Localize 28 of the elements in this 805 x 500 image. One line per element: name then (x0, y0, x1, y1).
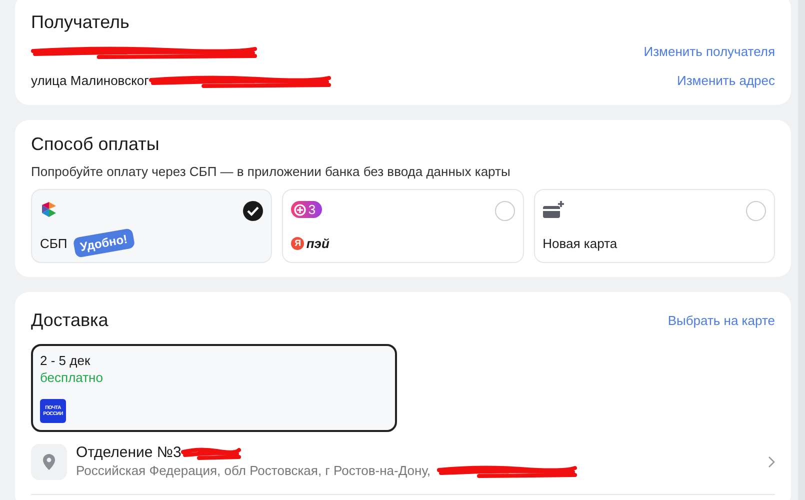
payment-hint: Попробуйте оплату через СБП — в приложении банка без ввода данных карты (31, 164, 512, 179)
add-card-icon (542, 201, 565, 219)
payment-option[interactable]: 3 Я пэй (282, 189, 524, 263)
pickup-point-row[interactable]: Отделение №3 Российская Федерация, обл Ростовская, г Ростов-на-Дону, (31, 444, 775, 495)
address-text: улица Малиновског (31, 72, 149, 88)
ya-logo-icon: Я (291, 236, 304, 250)
section-title: Получатель (31, 12, 130, 33)
convenient-badge: Удобно! (72, 228, 136, 258)
payment-option[interactable]: СБП Удобно! (31, 189, 272, 263)
radio-button[interactable] (243, 201, 264, 221)
delivery-dates: 2 - 5 дек (40, 353, 92, 368)
section-title: Способ оплаты (31, 134, 160, 155)
radio-button[interactable] (494, 201, 515, 221)
pickup-point-address: Российская Федерация, обл Ростовская, г Ростов-на-Дону, (76, 463, 431, 478)
bonus-badge: 3 (291, 201, 322, 218)
payment-option[interactable]: Новая карта (534, 189, 775, 263)
pay-brand-label: пэй (306, 236, 330, 250)
option-label: СБП (40, 236, 68, 250)
option-label: Новая карта (542, 236, 618, 250)
delivery-price: бесплатно (40, 370, 104, 385)
change-address-link[interactable]: Изменить адрес (676, 73, 775, 88)
section-title: Доставка (31, 310, 108, 331)
change-recipient-link[interactable]: Изменить получателя (644, 44, 775, 59)
chevron-right-icon (767, 456, 775, 468)
radio-button[interactable] (746, 201, 766, 221)
choose-on-map-link[interactable]: Выбрать на карте (668, 313, 775, 328)
checkmark-icon (247, 206, 260, 216)
pickup-point-title: Отделение №3 (76, 444, 182, 461)
